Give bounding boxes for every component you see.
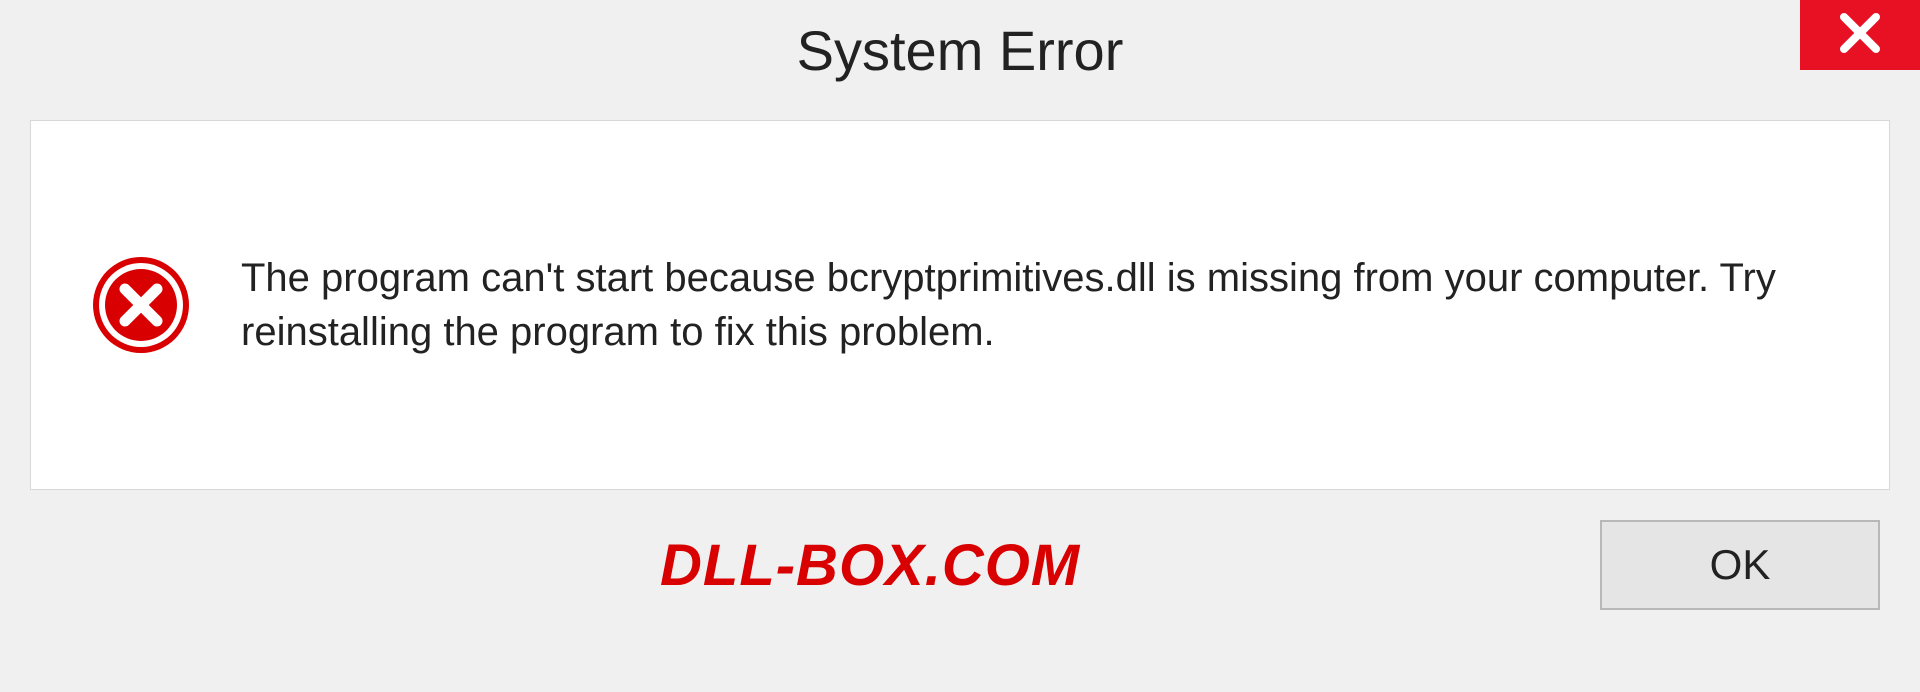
dialog-title: System Error: [797, 18, 1124, 83]
titlebar: System Error: [0, 0, 1920, 100]
dialog-footer: DLL-BOX.COM OK: [0, 490, 1920, 610]
error-icon: [91, 255, 191, 355]
watermark-text: DLL-BOX.COM: [660, 532, 1080, 599]
message-panel: The program can't start because bcryptpr…: [30, 120, 1890, 490]
error-message: The program can't start because bcryptpr…: [241, 251, 1829, 359]
ok-button[interactable]: OK: [1600, 520, 1880, 610]
close-button[interactable]: [1800, 0, 1920, 70]
close-icon: [1838, 11, 1882, 60]
